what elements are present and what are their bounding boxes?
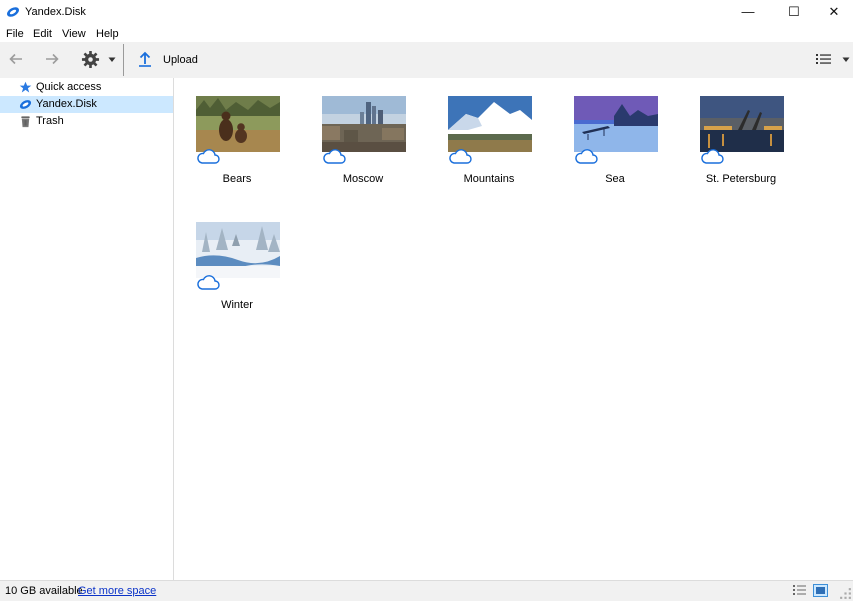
thumbnail-view-icon[interactable]	[813, 584, 828, 597]
get-more-space-link[interactable]: Get more space	[78, 585, 156, 597]
file-tile-bears[interactable]: Bears	[174, 96, 300, 206]
file-tile-mountains[interactable]: Mountains	[426, 96, 552, 206]
menu-edit[interactable]: Edit	[33, 28, 52, 40]
resize-grip-icon[interactable]	[838, 587, 853, 600]
title-bar: Yandex.Disk — ☐ ✕	[0, 0, 853, 24]
file-area: Bears Moscow Mountains Sea St. Petersbur…	[174, 78, 853, 580]
close-button[interactable]: ✕	[811, 0, 853, 24]
cloud-sync-icon	[197, 149, 220, 164]
file-name: Sea	[605, 173, 625, 185]
trash-icon	[21, 116, 30, 128]
menu-file[interactable]: File	[6, 28, 24, 40]
file-name: Bears	[222, 173, 252, 185]
gear-icon[interactable]	[81, 50, 100, 69]
file-name: Winter	[221, 299, 253, 311]
arrow-left-icon[interactable]	[7, 50, 25, 68]
toolbar: Upload	[0, 42, 853, 79]
file-name: Moscow	[342, 173, 384, 185]
thumbnail-st-petersburg	[700, 96, 784, 152]
thumbnail-mountains	[448, 96, 532, 152]
cloud-sync-icon	[197, 275, 220, 290]
sidebar-item-yandex-disk[interactable]: Yandex.Disk	[0, 96, 173, 113]
file-tile-moscow[interactable]: Moscow	[300, 96, 426, 206]
sidebar-item-label: Trash	[36, 115, 64, 127]
chevron-down-icon[interactable]	[108, 57, 116, 63]
file-tile-winter[interactable]: Winter	[174, 222, 300, 332]
sidebar-item-label: Quick access	[36, 81, 102, 93]
upload-icon[interactable]	[137, 50, 153, 68]
cloud-sync-icon	[449, 149, 472, 164]
menu-help[interactable]: Help	[96, 28, 119, 40]
thumbnail-moscow	[322, 96, 406, 152]
file-tile-sea[interactable]: Sea	[552, 96, 678, 206]
list-view-icon[interactable]	[816, 53, 831, 65]
view-dropdown-chevron-icon[interactable]	[842, 57, 850, 63]
file-name: Mountains	[463, 173, 515, 185]
sidebar: Quick access Yandex.Disk Trash	[0, 78, 174, 580]
toolbar-divider	[123, 44, 124, 76]
yandex-disk-logo-icon	[7, 7, 19, 17]
cloud-sync-icon	[575, 149, 598, 164]
thumbnail-bears	[196, 96, 280, 152]
upload-button[interactable]: Upload	[163, 54, 198, 66]
storage-available-text: 10 GB available	[5, 585, 83, 597]
sidebar-item-label: Yandex.Disk	[36, 98, 97, 110]
file-tile-st-petersburg[interactable]: St. Petersburg	[678, 96, 804, 206]
thumbnail-winter	[196, 222, 280, 278]
sidebar-item-trash[interactable]: Trash	[0, 113, 173, 130]
menu-bar: File Edit View Help	[0, 25, 853, 43]
cloud-sync-icon	[323, 149, 346, 164]
arrow-right-icon[interactable]	[43, 50, 61, 68]
yandex-disk-icon	[19, 100, 32, 109]
sidebar-item-quick-access[interactable]: Quick access	[0, 79, 173, 96]
minimize-button[interactable]: —	[725, 0, 771, 24]
cloud-sync-icon	[701, 149, 724, 164]
menu-view[interactable]: View	[62, 28, 86, 40]
status-bar: 10 GB available Get more space	[0, 580, 853, 601]
thumbnail-sea	[574, 96, 658, 152]
details-view-icon[interactable]	[792, 584, 807, 597]
file-name: St. Petersburg	[705, 173, 777, 185]
window-title: Yandex.Disk	[25, 6, 86, 18]
star-icon	[19, 81, 32, 93]
